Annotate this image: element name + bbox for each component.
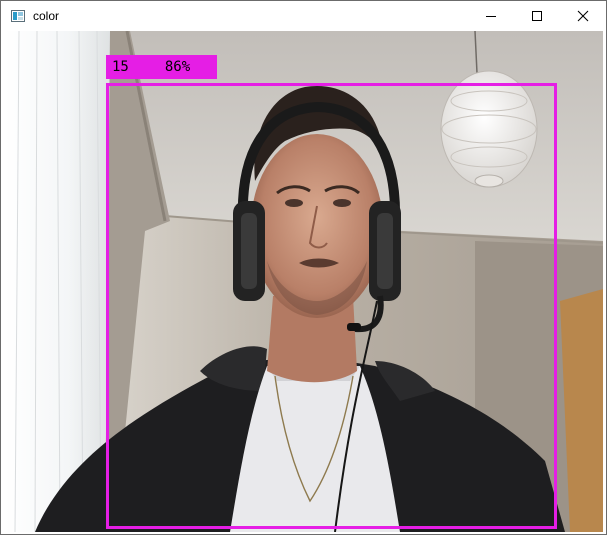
app-window: color 15 86% [0, 0, 607, 535]
close-icon [577, 10, 589, 21]
camera-feed: 15 86% [5, 31, 603, 532]
window-controls [468, 1, 606, 30]
image-window-icon [10, 8, 26, 24]
close-button[interactable] [560, 1, 606, 30]
face-bounding-box [106, 83, 557, 529]
minimize-icon [486, 15, 496, 17]
maximize-button[interactable] [514, 1, 560, 30]
detection-label: 15 86% [106, 55, 217, 79]
maximize-icon [532, 10, 542, 21]
detection-id: 15 [112, 59, 129, 75]
detection-confidence: 86% [164, 59, 191, 75]
title-bar[interactable]: color [1, 1, 606, 30]
window-title: color [33, 8, 60, 23]
minimize-button[interactable] [468, 1, 514, 30]
